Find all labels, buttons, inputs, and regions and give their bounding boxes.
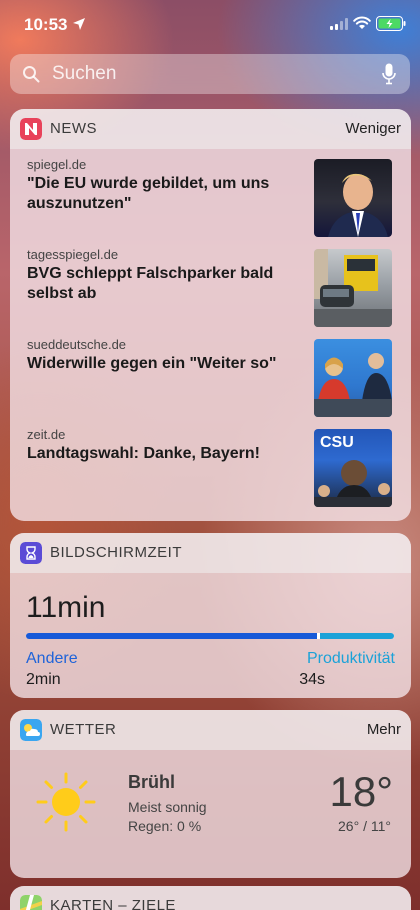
status-bar: 10:53 (0, 0, 420, 50)
wifi-icon (353, 16, 371, 29)
sun-icon (36, 772, 96, 832)
news-item[interactable]: zeit.de Landtagswahl: Danke, Bayern! CSU (10, 427, 411, 515)
search-bar[interactable]: Suchen (10, 54, 410, 94)
weather-widget[interactable]: WETTER Mehr Brühl Meist sonnig Regen: 0 … (10, 710, 411, 878)
location-arrow-icon (73, 18, 85, 30)
news-headline[interactable]: "Die EU wurde gebildet, um uns auszunutz… (27, 174, 297, 214)
search-input[interactable]: Suchen (52, 63, 116, 85)
screentime-bar (26, 633, 394, 639)
maps-app-icon (20, 895, 42, 910)
news-headline[interactable]: Landtagswahl: Danke, Bayern! (27, 444, 297, 464)
svg-text:CSU: CSU (320, 434, 354, 451)
news-source: sueddeutsche.de (27, 337, 127, 352)
news-headline[interactable]: Widerwille gegen ein "Weiter so" (27, 354, 297, 374)
news-less-button[interactable]: Weniger (345, 120, 401, 137)
battery-charging-icon (376, 16, 406, 31)
screentime-category-productivity-value: 34s (299, 671, 325, 688)
screentime-total: 11min (26, 591, 106, 624)
screentime-widget-title: BILDSCHIRMZEIT (50, 544, 183, 561)
screentime-widget-header: BILDSCHIRMZEIT (10, 533, 411, 573)
screentime-category-productivity-label: Produktivität (306, 650, 395, 667)
maps-widget[interactable]: KARTEN – ZIELE (10, 886, 411, 910)
hourglass-icon (20, 542, 42, 564)
microphone-icon[interactable] (382, 63, 396, 85)
news-thumbnail[interactable] (314, 339, 392, 417)
weather-city: Brühl (128, 772, 175, 792)
maps-widget-header: KARTEN – ZIELE (10, 886, 411, 910)
weather-rain: Regen: 0 % (128, 818, 202, 834)
news-widget: NEWS Weniger spiegel.de "Die EU wurde ge… (10, 109, 411, 521)
screentime-bar-segment-productivity (320, 633, 394, 639)
screentime-bar-segment-other (26, 633, 317, 639)
news-source: spiegel.de (27, 157, 87, 172)
search-icon (23, 66, 40, 83)
weather-more-button[interactable]: Mehr (367, 721, 401, 738)
news-thumbnail[interactable]: CSU (314, 429, 392, 507)
maps-widget-title: KARTEN – ZIELE (50, 897, 176, 910)
weather-widget-header: WETTER Mehr (10, 710, 411, 750)
news-thumbnail[interactable] (314, 249, 392, 327)
weather-app-icon (20, 719, 42, 741)
weather-widget-title: WETTER (50, 721, 117, 738)
screentime-category-other-value: 2min (26, 671, 61, 688)
news-widget-title: NEWS (50, 120, 97, 137)
screentime-category-other-label: Andere (26, 650, 78, 667)
news-widget-header: NEWS Weniger (10, 109, 411, 149)
news-headline[interactable]: BVG schleppt Falschparker bald selbst ab (27, 264, 297, 304)
screentime-widget[interactable]: BILDSCHIRMZEIT 11min Andere 2min Produkt… (10, 533, 411, 698)
news-source: zeit.de (27, 427, 66, 442)
news-thumbnail[interactable] (314, 159, 392, 237)
news-item[interactable]: sueddeutsche.de Widerwille gegen ein "We… (10, 337, 411, 425)
news-source: tagesspiegel.de (27, 247, 119, 262)
weather-condition: Meist sonnig (128, 799, 207, 815)
weather-temperature: 18° (329, 768, 393, 815)
news-item[interactable]: spiegel.de "Die EU wurde gebildet, um un… (10, 157, 411, 245)
news-app-icon (20, 118, 42, 140)
weather-temperature-range: 26° / 11° (338, 818, 391, 834)
cellular-signal-icon (330, 18, 348, 30)
news-item[interactable]: tagesspiegel.de BVG schleppt Falschparke… (10, 247, 411, 335)
status-time: 10:53 (24, 15, 68, 34)
